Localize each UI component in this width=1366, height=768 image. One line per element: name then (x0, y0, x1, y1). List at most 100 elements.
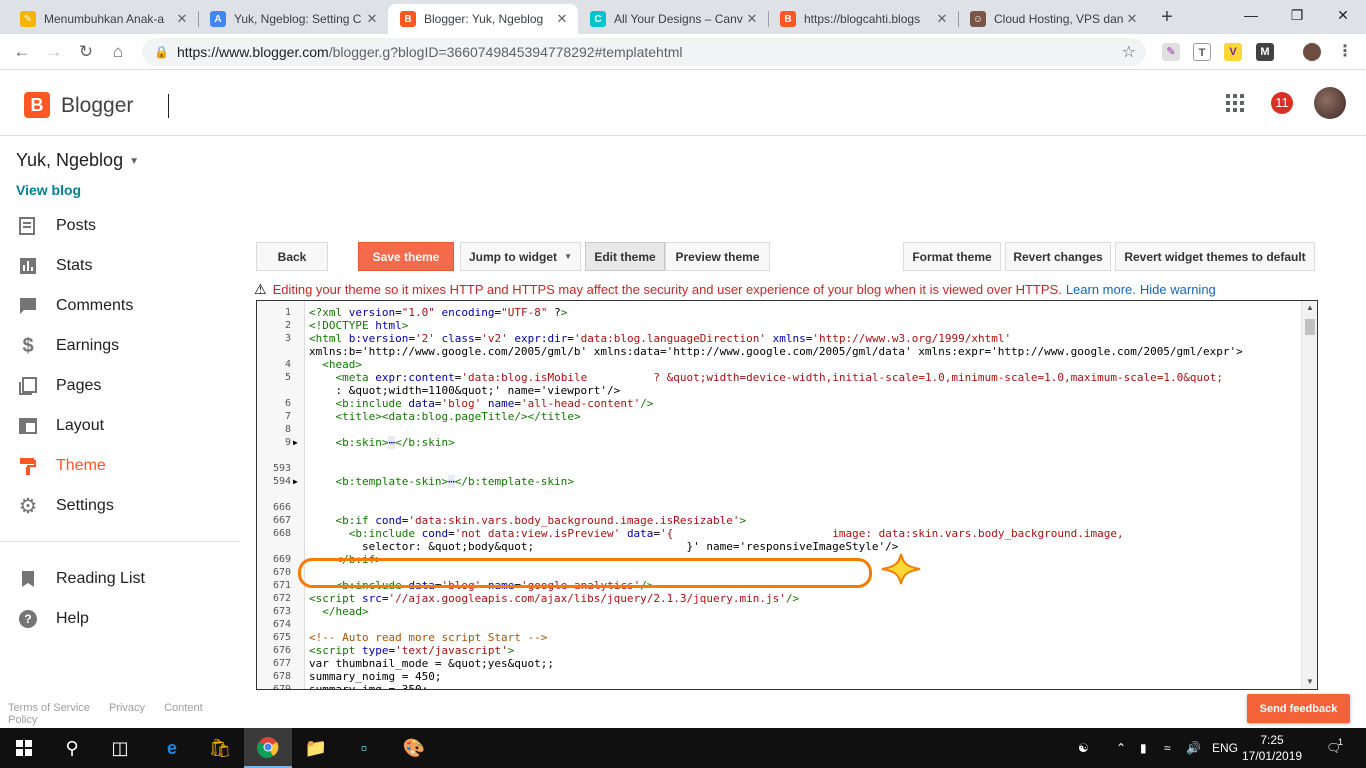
code-line[interactable]: 7 <title><data:blog.pageTitle/></title> (257, 410, 1297, 423)
code-line[interactable]: 2 <!DOCTYPE html> (257, 319, 1297, 332)
code-line[interactable]: 6 <b:include data='blog' name='all-head-… (257, 397, 1297, 410)
send-feedback-button[interactable]: Send feedback (1247, 694, 1350, 723)
code-line[interactable]: 4 <head> (257, 358, 1297, 371)
windows-start-icon[interactable] (0, 728, 48, 768)
close-tab-icon[interactable]: ✕ (1124, 11, 1140, 27)
sidebar-item-settings[interactable]: ⚙ Settings (0, 486, 240, 526)
browser-tab[interactable]: Bhttps://blogcahti.blogs ✕ (768, 4, 958, 34)
sidebar-item-comments[interactable]: Comments (0, 286, 240, 326)
code-line[interactable]: 676 <script type='text/javascript'> (257, 644, 1297, 657)
new-tab-button[interactable]: + (1155, 6, 1179, 30)
code-line[interactable]: 1 <?xml version="1.0" encoding="UTF-8" ?> (257, 306, 1297, 319)
tray-chevron-up-icon[interactable]: ⌃ (1116, 728, 1126, 768)
close-tab-icon[interactable]: ✕ (744, 11, 760, 27)
privacy-link[interactable]: Privacy (109, 702, 145, 714)
code-line[interactable]: selector: &quot;body&quot; }' name='resp… (257, 540, 1297, 553)
store-icon[interactable]: 🛍 (196, 728, 244, 768)
paint-app-icon[interactable]: 🎨 (390, 728, 438, 768)
editor-scrollbar[interactable]: ▲ ▼ (1301, 301, 1317, 689)
edge-browser-icon[interactable]: e (148, 728, 196, 768)
edit-theme-button[interactable]: Edit theme (585, 242, 665, 271)
sidebar-item-reading-list[interactable]: Reading List (0, 559, 240, 599)
extension-v-icon[interactable]: V (1224, 43, 1242, 61)
wifi-icon[interactable]: ≈ (1164, 728, 1171, 768)
format-theme-button[interactable]: Format theme (903, 242, 1001, 271)
sidebar-item-pages[interactable]: Pages (0, 366, 240, 406)
blogger-logo-icon[interactable]: B (24, 92, 50, 118)
browser-tab[interactable]: ✎ Menumbuhkan Anak-a ✕ (8, 4, 198, 34)
apps-grid-icon[interactable] (1226, 94, 1244, 112)
close-window-button[interactable]: ✕ (1320, 0, 1366, 30)
language-indicator[interactable]: ENG (1212, 728, 1238, 768)
reload-icon[interactable]: ↻ (74, 40, 98, 64)
code-line[interactable]: 668 <b:include cond='not data:view.isPre… (257, 527, 1297, 540)
battery-icon[interactable]: ▮ (1140, 728, 1147, 768)
close-tab-icon[interactable]: ✕ (934, 11, 950, 27)
blog-selector[interactable]: Yuk, Ngeblog ▼ (16, 150, 139, 171)
sidebar-item-help[interactable]: ? Help (0, 599, 240, 639)
code-line[interactable]: 677 var thumbnail_mode = &quot;yes&quot;; (257, 657, 1297, 670)
revert-widget-themes-button[interactable]: Revert widget themes to default (1115, 242, 1315, 271)
revert-changes-button[interactable]: Revert changes (1005, 242, 1111, 271)
close-tab-icon[interactable]: ✕ (554, 11, 570, 27)
profile-avatar-icon[interactable] (1303, 43, 1321, 61)
extension-m-icon[interactable]: M (1256, 43, 1274, 61)
code-line[interactable]: 9 ▶ <b:skin>⋯</b:skin> (257, 436, 1297, 449)
browser-tab[interactable]: A Yuk, Ngeblog: Setting C ✕ (198, 4, 388, 34)
close-tab-icon[interactable]: ✕ (364, 11, 380, 27)
file-explorer-icon[interactable]: 📁 (292, 728, 340, 768)
forward-arrow-icon[interactable]: → (42, 40, 66, 64)
blogger-logo-text[interactable]: Blogger (61, 94, 133, 118)
browser-tab[interactable]: ☺ Cloud Hosting, VPS dan ✕ (958, 4, 1148, 34)
extension-pen-icon[interactable]: ✎ (1162, 43, 1180, 61)
code-line[interactable]: 678 summary_noimg = 450; (257, 670, 1297, 683)
terms-link[interactable]: Terms of Service (8, 702, 90, 714)
code-line[interactable]: 673 </head> (257, 605, 1297, 618)
code-line[interactable]: 5 <meta expr:content='data:blog.isMobile… (257, 371, 1297, 384)
address-bar[interactable]: 🔒 https://www.blogger.com/blogger.g?blog… (142, 38, 1146, 66)
learn-more-link[interactable]: Learn more. (1066, 282, 1136, 297)
sidebar-item-earnings[interactable]: $ Earnings (0, 326, 240, 366)
code-line[interactable]: 594 ▶ <b:template-skin>⋯</b:template-skin… (257, 475, 1297, 488)
home-icon[interactable]: ⌂ (106, 40, 130, 64)
browser-tab[interactable]: C All Your Designs – Canv ✕ (578, 4, 768, 34)
code-line[interactable]: 679 summary_img = 350; (257, 683, 1297, 689)
sidebar-item-stats[interactable]: Stats (0, 246, 240, 286)
code-line[interactable]: 675 <!-- Auto read more script Start --> (257, 631, 1297, 644)
chrome-taskbar-icon[interactable] (244, 728, 292, 768)
back-arrow-icon[interactable]: ← (10, 40, 34, 64)
account-avatar[interactable] (1314, 87, 1346, 119)
code-line[interactable]: xmlns:b='http://www.google.com/2005/gml/… (257, 345, 1297, 358)
sidebar-item-posts[interactable]: Posts (0, 206, 240, 246)
jump-to-widget-button[interactable]: Jump to widget ▼ (460, 242, 581, 271)
menu-dots-icon[interactable]: ⋮ (1336, 43, 1354, 61)
scroll-up-icon[interactable]: ▲ (1302, 301, 1317, 315)
notification-badge[interactable]: 11 (1271, 92, 1293, 114)
back-button[interactable]: Back (256, 242, 328, 271)
task-view-icon[interactable]: ◫ (96, 728, 144, 768)
save-theme-button[interactable]: Save theme (358, 242, 454, 271)
code-line[interactable]: 667 <b:if cond='data:skin.vars.body_back… (257, 514, 1297, 527)
scroll-thumb[interactable] (1305, 319, 1315, 335)
hide-warning-link[interactable]: Hide warning (1140, 282, 1216, 297)
minimize-button[interactable]: — (1228, 0, 1274, 30)
sidebar-item-layout[interactable]: Layout (0, 406, 240, 446)
view-blog-link[interactable]: View blog (16, 182, 81, 198)
fold-arrow-icon[interactable]: ▶ (293, 436, 298, 449)
code-editor[interactable]: 1 <?xml version="1.0" encoding="UTF-8" ?>… (256, 300, 1318, 690)
scroll-down-icon[interactable]: ▼ (1302, 675, 1317, 689)
search-icon[interactable]: ⚲ (48, 728, 96, 768)
browser-tab[interactable]: B Blogger: Yuk, Ngeblog ✕ (388, 4, 578, 34)
maximize-button[interactable]: ❐ (1274, 0, 1320, 30)
code-line[interactable]: 674 (257, 618, 1297, 631)
code-line[interactable]: 666 (257, 501, 1297, 514)
fold-arrow-icon[interactable]: ▶ (293, 475, 298, 488)
code-line[interactable]: 593 (257, 462, 1297, 475)
code-line[interactable]: 3 <html b:version='2' class='v2' expr:dir… (257, 332, 1297, 345)
code-line[interactable]: : &quot;width=1100&quot;' name='viewport… (257, 384, 1297, 397)
notes-app-icon[interactable]: ▫ (340, 728, 388, 768)
clock[interactable]: 7:25 17/01/2019 (1242, 732, 1302, 764)
extension-text-icon[interactable]: T (1193, 43, 1211, 61)
code-line[interactable] (257, 449, 1297, 462)
bookmark-star-icon[interactable]: ☆ (1122, 42, 1136, 62)
